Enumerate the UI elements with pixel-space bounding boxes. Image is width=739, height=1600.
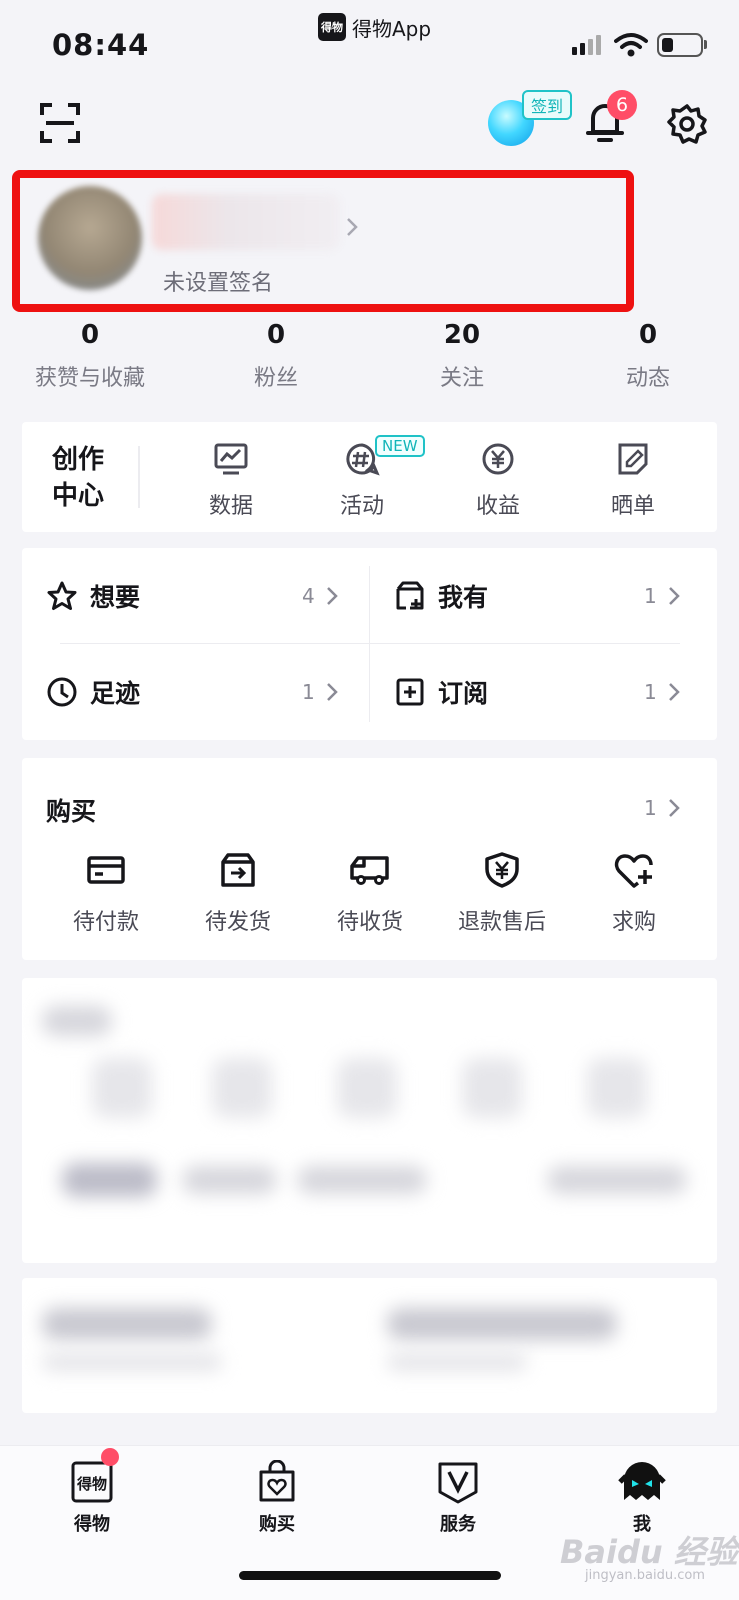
wants-item[interactable]: 想要: [46, 576, 140, 616]
purchases-title[interactable]: 购买: [46, 792, 96, 828]
creator-item-earnings[interactable]: 收益: [443, 442, 553, 520]
plus-square-icon: [396, 678, 424, 706]
edit-note-icon: [618, 443, 648, 475]
chevron-right-icon: [669, 683, 680, 701]
chevron-right-icon: [669, 587, 680, 605]
tab-label: 服务: [440, 1514, 476, 1535]
purchase-item-pending-receipt[interactable]: 待收货: [310, 852, 430, 936]
purchase-item-pending-shipment[interactable]: 待发货: [178, 852, 298, 936]
watermark-url: jingyan.baidu.com: [585, 1568, 705, 1583]
stat-value: 0: [638, 320, 658, 350]
star-icon: [47, 581, 77, 610]
stat-value: 0: [80, 320, 100, 350]
app-indicator: 得物 得物App: [318, 12, 431, 42]
purchase-item-refund[interactable]: 退款售后: [442, 852, 562, 936]
creator-item-data[interactable]: 数据: [176, 442, 286, 520]
app-name: 得物App: [352, 16, 432, 41]
tab-service[interactable]: 服务: [413, 1460, 503, 1536]
stat-label: 粉丝: [253, 366, 298, 391]
purchase-item-wanted[interactable]: 求购: [574, 852, 694, 936]
blurred-section: [22, 978, 717, 1263]
home-indicator[interactable]: [239, 1571, 501, 1580]
battery-icon: [657, 33, 703, 57]
tab-label: 购买: [259, 1514, 295, 1535]
yen-coin-icon: [482, 443, 514, 475]
history-item[interactable]: 足迹: [46, 672, 140, 712]
box-add-icon: [396, 581, 424, 610]
chevron-right-icon: [327, 587, 338, 605]
purchases-count: 1: [644, 796, 657, 820]
stat-following[interactable]: 20 关注: [392, 320, 532, 392]
stat-value: 0: [266, 320, 286, 350]
svg-text:得物: 得物: [76, 1475, 107, 1493]
watermark-logo: Baidu 经验: [560, 1533, 738, 1571]
blurred-section: [22, 1278, 717, 1413]
gear-icon[interactable]: [667, 104, 707, 144]
owned-count: 1: [644, 584, 657, 608]
tab-buy[interactable]: 购买: [232, 1460, 322, 1536]
clock-icon: [47, 677, 77, 707]
tab-me[interactable]: 我: [597, 1460, 687, 1536]
subscriptions-count: 1: [644, 680, 657, 704]
wants-count: 4: [302, 584, 315, 608]
tab-notification-dot: [101, 1448, 119, 1466]
box-arrow-icon: [221, 853, 255, 887]
tab-label: 得物: [74, 1514, 110, 1535]
battery-tip: [704, 40, 707, 49]
creator-item-showcase[interactable]: 晒单: [578, 442, 688, 520]
profile-highlight-box[interactable]: [12, 170, 634, 312]
divider: [369, 566, 370, 722]
stat-followers[interactable]: 0 粉丝: [206, 320, 346, 392]
dewu-logo-icon: 得物: [71, 1461, 113, 1503]
status-time: 08:44: [52, 28, 150, 62]
history-label: 足迹: [90, 679, 141, 708]
signal-icon: [572, 35, 601, 55]
stat-label: 获赞与收藏: [34, 366, 145, 391]
divider: [60, 643, 680, 644]
purchase-item-label: 待收货: [336, 910, 403, 935]
creator-center-title[interactable]: 创作中心: [52, 442, 112, 514]
chevron-right-icon[interactable]: [668, 797, 680, 819]
scan-icon[interactable]: [40, 103, 80, 143]
heart-plus-icon: [614, 854, 653, 888]
new-badge: NEW: [375, 435, 425, 457]
creator-item-label: 数据: [208, 494, 253, 519]
card-icon: [87, 856, 125, 884]
purchase-item-label: 待付款: [72, 910, 139, 935]
stat-value: 20: [443, 320, 481, 350]
divider: [138, 446, 140, 508]
stat-label: 动态: [625, 366, 670, 391]
stat-label: 关注: [439, 366, 484, 391]
v-shield-icon: [438, 1462, 478, 1504]
purchase-item-label: 求购: [611, 910, 656, 935]
subscriptions-item[interactable]: 订阅: [394, 672, 488, 712]
wifi-icon: [614, 33, 648, 57]
stat-posts[interactable]: 0 动态: [578, 320, 718, 392]
tab-home[interactable]: 得物 得物: [47, 1460, 137, 1536]
wants-label: 想要: [90, 583, 141, 612]
shield-yen-icon: [485, 852, 519, 888]
chart-icon: [214, 443, 248, 475]
truck-icon: [350, 856, 389, 885]
subscriptions-label: 订阅: [438, 679, 489, 708]
checkin-badge[interactable]: 签到: [522, 90, 573, 120]
shopping-bag-icon: [259, 1460, 295, 1502]
chevron-right-icon: [327, 683, 338, 701]
app-logo-icon: 得物: [318, 13, 346, 41]
owned-item[interactable]: 我有: [394, 576, 488, 616]
ghost-mascot-icon: [618, 1462, 666, 1500]
purchase-item-label: 待发货: [204, 910, 271, 935]
purchase-item-pending-payment[interactable]: 待付款: [46, 852, 166, 936]
creator-item-label: 活动: [339, 494, 384, 519]
history-count: 1: [302, 680, 315, 704]
purchase-item-label: 退款售后: [457, 910, 546, 935]
notification-badge: 6: [607, 90, 637, 120]
stat-likes[interactable]: 0 获赞与收藏: [20, 320, 160, 392]
creator-item-label: 收益: [475, 494, 520, 519]
owned-label: 我有: [438, 583, 489, 612]
creator-item-label: 晒单: [610, 494, 655, 519]
